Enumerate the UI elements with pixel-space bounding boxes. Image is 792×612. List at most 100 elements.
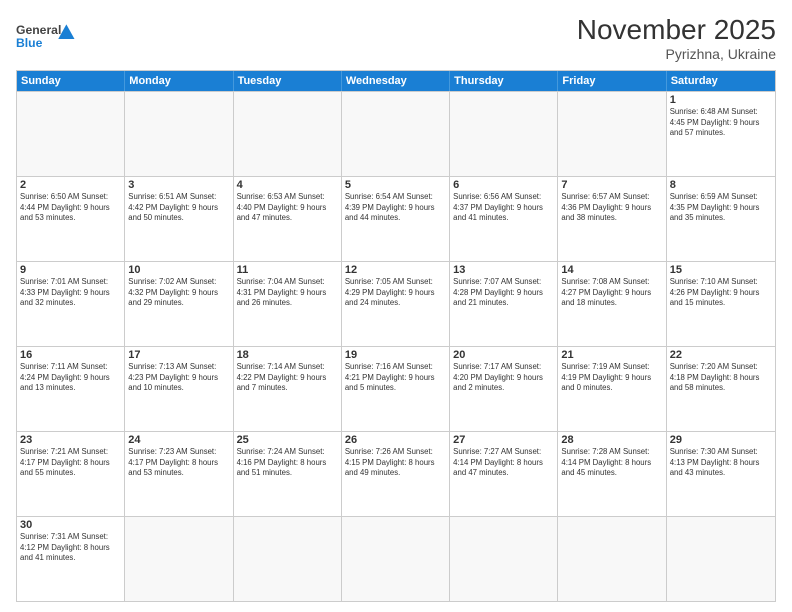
day-number: 8	[670, 179, 772, 191]
calendar-row-0: 1Sunrise: 6:48 AM Sunset: 4:45 PM Daylig…	[17, 91, 775, 176]
weekday-header-saturday: Saturday	[667, 71, 775, 91]
calendar-cell: 6Sunrise: 6:56 AM Sunset: 4:37 PM Daylig…	[450, 177, 558, 261]
calendar-cell	[125, 92, 233, 176]
day-info: Sunrise: 7:13 AM Sunset: 4:23 PM Dayligh…	[128, 362, 229, 394]
title-block: November 2025 Pyrizhna, Ukraine	[577, 14, 776, 62]
day-number: 14	[561, 264, 662, 276]
day-number: 6	[453, 179, 554, 191]
calendar-cell: 19Sunrise: 7:16 AM Sunset: 4:21 PM Dayli…	[342, 347, 450, 431]
calendar-cell: 7Sunrise: 6:57 AM Sunset: 4:36 PM Daylig…	[558, 177, 666, 261]
day-info: Sunrise: 7:23 AM Sunset: 4:17 PM Dayligh…	[128, 447, 229, 479]
calendar-cell	[125, 517, 233, 601]
calendar-cell: 22Sunrise: 7:20 AM Sunset: 4:18 PM Dayli…	[667, 347, 775, 431]
page: General Blue November 2025 Pyrizhna, Ukr…	[0, 0, 792, 612]
calendar-cell: 26Sunrise: 7:26 AM Sunset: 4:15 PM Dayli…	[342, 432, 450, 516]
calendar-cell	[450, 517, 558, 601]
calendar-cell: 15Sunrise: 7:10 AM Sunset: 4:26 PM Dayli…	[667, 262, 775, 346]
day-info: Sunrise: 7:04 AM Sunset: 4:31 PM Dayligh…	[237, 277, 338, 309]
day-number: 23	[20, 434, 121, 446]
day-number: 24	[128, 434, 229, 446]
day-info: Sunrise: 7:01 AM Sunset: 4:33 PM Dayligh…	[20, 277, 121, 309]
day-number: 4	[237, 179, 338, 191]
day-info: Sunrise: 7:17 AM Sunset: 4:20 PM Dayligh…	[453, 362, 554, 394]
day-info: Sunrise: 6:57 AM Sunset: 4:36 PM Dayligh…	[561, 192, 662, 224]
weekday-header-monday: Monday	[125, 71, 233, 91]
weekday-header-tuesday: Tuesday	[234, 71, 342, 91]
calendar-cell	[234, 517, 342, 601]
calendar-cell: 27Sunrise: 7:27 AM Sunset: 4:14 PM Dayli…	[450, 432, 558, 516]
day-info: Sunrise: 6:53 AM Sunset: 4:40 PM Dayligh…	[237, 192, 338, 224]
day-number: 20	[453, 349, 554, 361]
day-info: Sunrise: 6:56 AM Sunset: 4:37 PM Dayligh…	[453, 192, 554, 224]
calendar-row-4: 23Sunrise: 7:21 AM Sunset: 4:17 PM Dayli…	[17, 431, 775, 516]
day-info: Sunrise: 7:16 AM Sunset: 4:21 PM Dayligh…	[345, 362, 446, 394]
day-info: Sunrise: 6:54 AM Sunset: 4:39 PM Dayligh…	[345, 192, 446, 224]
svg-text:General: General	[16, 23, 61, 37]
day-number: 7	[561, 179, 662, 191]
calendar-cell: 25Sunrise: 7:24 AM Sunset: 4:16 PM Dayli…	[234, 432, 342, 516]
calendar-cell: 3Sunrise: 6:51 AM Sunset: 4:42 PM Daylig…	[125, 177, 233, 261]
calendar-header: SundayMondayTuesdayWednesdayThursdayFrid…	[17, 71, 775, 91]
svg-text:Blue: Blue	[16, 36, 43, 50]
day-number: 15	[670, 264, 772, 276]
day-info: Sunrise: 7:30 AM Sunset: 4:13 PM Dayligh…	[670, 447, 772, 479]
calendar-cell: 20Sunrise: 7:17 AM Sunset: 4:20 PM Dayli…	[450, 347, 558, 431]
day-info: Sunrise: 7:02 AM Sunset: 4:32 PM Dayligh…	[128, 277, 229, 309]
calendar-cell	[450, 92, 558, 176]
calendar: SundayMondayTuesdayWednesdayThursdayFrid…	[16, 70, 776, 602]
day-number: 2	[20, 179, 121, 191]
day-info: Sunrise: 6:48 AM Sunset: 4:45 PM Dayligh…	[670, 107, 772, 139]
calendar-cell	[667, 517, 775, 601]
calendar-cell: 11Sunrise: 7:04 AM Sunset: 4:31 PM Dayli…	[234, 262, 342, 346]
day-info: Sunrise: 7:08 AM Sunset: 4:27 PM Dayligh…	[561, 277, 662, 309]
day-info: Sunrise: 6:59 AM Sunset: 4:35 PM Dayligh…	[670, 192, 772, 224]
calendar-row-2: 9Sunrise: 7:01 AM Sunset: 4:33 PM Daylig…	[17, 261, 775, 346]
header: General Blue November 2025 Pyrizhna, Ukr…	[16, 14, 776, 62]
calendar-row-3: 16Sunrise: 7:11 AM Sunset: 4:24 PM Dayli…	[17, 346, 775, 431]
day-number: 11	[237, 264, 338, 276]
day-number: 17	[128, 349, 229, 361]
day-number: 25	[237, 434, 338, 446]
calendar-cell: 9Sunrise: 7:01 AM Sunset: 4:33 PM Daylig…	[17, 262, 125, 346]
day-number: 5	[345, 179, 446, 191]
day-number: 9	[20, 264, 121, 276]
calendar-cell: 10Sunrise: 7:02 AM Sunset: 4:32 PM Dayli…	[125, 262, 233, 346]
calendar-cell	[342, 92, 450, 176]
calendar-cell: 23Sunrise: 7:21 AM Sunset: 4:17 PM Dayli…	[17, 432, 125, 516]
calendar-cell: 8Sunrise: 6:59 AM Sunset: 4:35 PM Daylig…	[667, 177, 775, 261]
day-number: 26	[345, 434, 446, 446]
calendar-cell: 14Sunrise: 7:08 AM Sunset: 4:27 PM Dayli…	[558, 262, 666, 346]
calendar-cell: 5Sunrise: 6:54 AM Sunset: 4:39 PM Daylig…	[342, 177, 450, 261]
day-info: Sunrise: 7:24 AM Sunset: 4:16 PM Dayligh…	[237, 447, 338, 479]
calendar-cell: 18Sunrise: 7:14 AM Sunset: 4:22 PM Dayli…	[234, 347, 342, 431]
day-number: 28	[561, 434, 662, 446]
calendar-cell: 21Sunrise: 7:19 AM Sunset: 4:19 PM Dayli…	[558, 347, 666, 431]
calendar-cell	[558, 517, 666, 601]
weekday-header-friday: Friday	[558, 71, 666, 91]
day-info: Sunrise: 7:19 AM Sunset: 4:19 PM Dayligh…	[561, 362, 662, 394]
day-number: 13	[453, 264, 554, 276]
day-number: 27	[453, 434, 554, 446]
day-info: Sunrise: 7:31 AM Sunset: 4:12 PM Dayligh…	[20, 532, 121, 564]
day-number: 30	[20, 519, 121, 531]
logo: General Blue	[16, 14, 81, 59]
day-info: Sunrise: 6:50 AM Sunset: 4:44 PM Dayligh…	[20, 192, 121, 224]
day-number: 10	[128, 264, 229, 276]
day-info: Sunrise: 7:26 AM Sunset: 4:15 PM Dayligh…	[345, 447, 446, 479]
day-info: Sunrise: 6:51 AM Sunset: 4:42 PM Dayligh…	[128, 192, 229, 224]
day-number: 22	[670, 349, 772, 361]
day-number: 19	[345, 349, 446, 361]
calendar-cell: 28Sunrise: 7:28 AM Sunset: 4:14 PM Dayli…	[558, 432, 666, 516]
day-info: Sunrise: 7:10 AM Sunset: 4:26 PM Dayligh…	[670, 277, 772, 309]
day-number: 16	[20, 349, 121, 361]
calendar-cell: 30Sunrise: 7:31 AM Sunset: 4:12 PM Dayli…	[17, 517, 125, 601]
day-number: 3	[128, 179, 229, 191]
calendar-cell: 12Sunrise: 7:05 AM Sunset: 4:29 PM Dayli…	[342, 262, 450, 346]
day-info: Sunrise: 7:21 AM Sunset: 4:17 PM Dayligh…	[20, 447, 121, 479]
calendar-body: 1Sunrise: 6:48 AM Sunset: 4:45 PM Daylig…	[17, 91, 775, 601]
day-number: 1	[670, 94, 772, 106]
day-info: Sunrise: 7:11 AM Sunset: 4:24 PM Dayligh…	[20, 362, 121, 394]
calendar-subtitle: Pyrizhna, Ukraine	[577, 46, 776, 62]
weekday-header-thursday: Thursday	[450, 71, 558, 91]
calendar-cell	[234, 92, 342, 176]
